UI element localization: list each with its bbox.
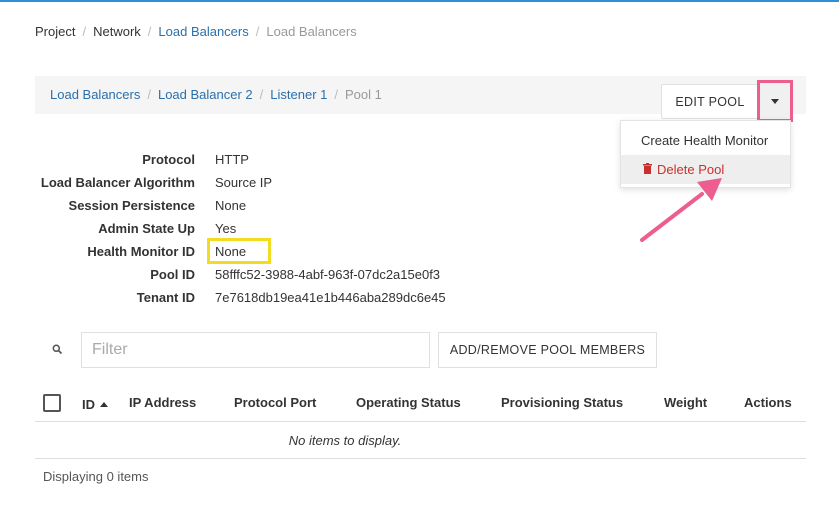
health-monitor-label: Health Monitor ID — [87, 244, 195, 259]
tenant-id-label: Tenant ID — [136, 290, 195, 305]
pool-id-label: Pool ID — [150, 267, 195, 282]
column-header-protocol-port[interactable]: Protocol Port — [234, 395, 316, 410]
breadcrumb-separator: / — [259, 87, 264, 102]
sort-ascending-icon — [100, 395, 108, 410]
detail-breadcrumb: Load Balancers / Load Balancer 2 / Listener … — [50, 87, 382, 102]
filter-input[interactable] — [81, 332, 430, 368]
admin-state-value: Yes — [215, 221, 237, 236]
column-id-label: ID — [82, 397, 95, 412]
detail-row-admin-state: Admin State Up Yes — [0, 221, 839, 241]
detail-row-protocol: Protocol HTTP — [0, 152, 839, 172]
detail-crumb-pool: Pool 1 — [345, 87, 382, 102]
detail-crumb-listener[interactable]: Listener 1 — [270, 87, 327, 102]
detail-row-tenant-id: Tenant ID 7e7618db19ea41e1b446aba289dc6e… — [0, 290, 839, 310]
detail-row-persistence: Session Persistence None — [0, 198, 839, 218]
edit-pool-button[interactable]: EDIT POOL — [661, 84, 759, 119]
breadcrumb-item-load-balancers[interactable]: Load Balancers — [158, 24, 248, 39]
column-header-actions: Actions — [744, 395, 792, 410]
algorithm-value: Source IP — [215, 175, 273, 190]
protocol-value: HTTP — [215, 152, 249, 167]
top-accent-bar — [0, 0, 839, 2]
detail-row-health-monitor: Health Monitor ID None — [0, 244, 839, 264]
items-count: Displaying 0 items — [43, 469, 149, 484]
persistence-label: Session Persistence — [68, 198, 195, 213]
protocol-label: Protocol — [142, 152, 195, 167]
column-header-weight[interactable]: Weight — [664, 395, 707, 410]
breadcrumb-separator: / — [334, 87, 338, 102]
breadcrumb-item-network[interactable]: Network — [93, 24, 141, 39]
breadcrumb-separator: / — [147, 87, 151, 102]
create-health-monitor-item[interactable]: Create Health Monitor — [621, 126, 790, 155]
detail-crumb-load-balancer[interactable]: Load Balancer 2 — [158, 87, 253, 102]
breadcrumb-separator: / — [255, 24, 260, 39]
table-empty-row: No items to display. — [35, 422, 806, 459]
actions-dropdown-toggle[interactable] — [757, 80, 793, 122]
breadcrumb: Project / Network / Load Balancers / Load Bala… — [35, 24, 357, 39]
search-icon — [52, 343, 63, 358]
breadcrumb-separator: / — [82, 24, 87, 39]
add-remove-pool-members-button[interactable]: ADD/REMOVE POOL MEMBERS — [438, 332, 657, 368]
column-header-provisioning-status[interactable]: Provisioning Status — [501, 395, 623, 410]
detail-row-algorithm: Load Balancer Algorithm Source IP — [0, 175, 839, 195]
detail-row-pool-id: Pool ID 58fffc52-3988-4abf-963f-07dc2a15… — [0, 267, 839, 287]
empty-message: No items to display. — [288, 433, 402, 448]
persistence-value: None — [215, 198, 247, 213]
column-header-id[interactable]: ID — [82, 395, 108, 412]
select-all-checkbox[interactable] — [43, 394, 61, 412]
breadcrumb-item-current: Load Balancers — [266, 24, 357, 39]
caret-down-icon — [771, 98, 779, 104]
create-health-monitor-label: Create Health Monitor — [641, 133, 769, 148]
tenant-id-value: 7e7618db19ea41e1b446aba289dc6e45 — [215, 290, 446, 305]
detail-crumb-load-balancers[interactable]: Load Balancers — [50, 87, 140, 102]
column-header-ip-address[interactable]: IP Address — [129, 395, 196, 410]
breadcrumb-item-project[interactable]: Project — [35, 24, 75, 39]
admin-state-label: Admin State Up — [98, 221, 195, 236]
table-header: ID IP Address Protocol Port Operating St… — [35, 384, 806, 422]
breadcrumb-separator: / — [147, 24, 152, 39]
column-header-operating-status[interactable]: Operating Status — [356, 395, 461, 410]
algorithm-label: Load Balancer Algorithm — [40, 175, 195, 190]
health-monitor-highlight — [207, 238, 271, 264]
pool-id-value: 58fffc52-3988-4abf-963f-07dc2a15e0f3 — [215, 267, 441, 282]
